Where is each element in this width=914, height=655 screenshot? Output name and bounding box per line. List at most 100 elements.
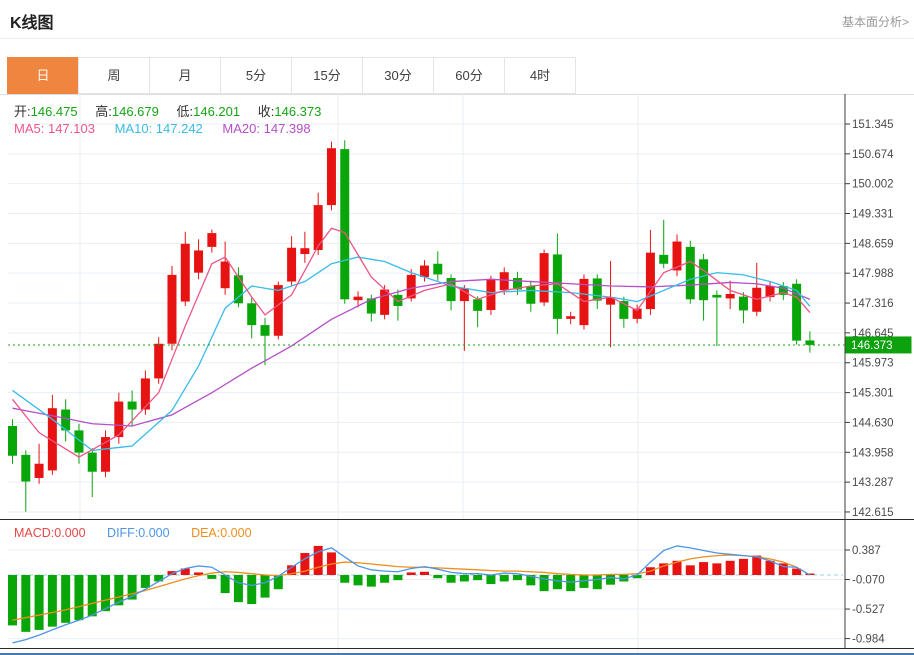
macd-bar [712, 563, 721, 575]
macd-bar [340, 575, 349, 583]
candle-body [74, 430, 83, 452]
tab-4hour[interactable]: 4时 [504, 57, 576, 94]
candle-body [194, 250, 203, 272]
ma10-readout: MA10: 147.242 [115, 121, 203, 136]
candle-body [274, 285, 283, 336]
candle-body [314, 205, 323, 250]
candle-body [659, 255, 668, 264]
macd-bar [367, 575, 376, 587]
macd-bar [380, 575, 389, 583]
price-axis-label: 148.659 [852, 238, 894, 250]
tab-60min[interactable]: 60分 [433, 57, 505, 94]
candle-body [593, 278, 602, 300]
macd-bar [234, 575, 243, 602]
macd-bar [593, 575, 602, 589]
macd-bar [48, 575, 57, 627]
macd-bar [61, 575, 70, 623]
macd-bar [88, 575, 97, 616]
macd-bar [21, 575, 30, 632]
tab-30min[interactable]: 30分 [362, 57, 434, 94]
candle-body [300, 248, 309, 254]
macd-readout: MACD:0.000 [14, 526, 86, 540]
candlestick-chart[interactable]: 151.345 150.674 150.002 149.331 148.659 147.9… [0, 94, 914, 519]
tab-week[interactable]: 周 [78, 57, 150, 94]
macd-bar [726, 561, 735, 575]
macd-info: MACD:0.000 DIFF:0.000 DEA:0.000 [14, 526, 270, 540]
macd-bar [35, 575, 44, 630]
macd-bar [393, 575, 402, 580]
macd-axis-label: -0.984 [852, 634, 885, 646]
ohlc-info: 开:146.475 高:146.679 低:146.201 收:146.373 [14, 101, 335, 120]
macd-bar [686, 565, 695, 575]
fundamental-analysis-link[interactable]: 基本面分析> [842, 13, 909, 30]
candle-body [141, 378, 150, 409]
candle-body [21, 455, 30, 482]
price-axis-label: 151.345 [852, 119, 894, 131]
candle-body [327, 148, 336, 205]
macd-bar [486, 575, 495, 584]
candle-body [805, 340, 814, 345]
candle-body [287, 248, 296, 282]
candle-body [8, 426, 17, 456]
macd-bar [247, 575, 256, 604]
macd-bar [420, 572, 429, 575]
candle-body [380, 290, 389, 315]
candle-body [181, 244, 190, 302]
candle-body [712, 295, 721, 298]
macd-bar [513, 575, 522, 580]
macd-bar [500, 575, 509, 581]
price-axis-label: 147.988 [852, 268, 894, 280]
macd-bar [407, 572, 416, 575]
chart-area: 151.345 150.674 150.002 149.331 148.659 147.9… [0, 94, 914, 655]
open-readout: 开:146.475 [14, 104, 78, 119]
tab-5min[interactable]: 5分 [220, 57, 292, 94]
macd-bar [752, 556, 761, 575]
diff-readout: DIFF:0.000 [107, 526, 170, 540]
macd-bar [221, 575, 230, 593]
candle-body [646, 253, 655, 309]
candle-body [35, 464, 44, 478]
candle-body [726, 294, 735, 298]
candle-body [473, 299, 482, 311]
candle-body [540, 253, 549, 302]
macd-bar [460, 575, 469, 581]
candle-body [500, 272, 509, 290]
candle-body [128, 402, 137, 410]
candles-layer[interactable] [8, 140, 814, 512]
candle-body [686, 247, 695, 299]
macd-bar [141, 575, 150, 588]
macd-axis-label: 0.387 [852, 545, 881, 557]
period-tabs: 日 周 月 5分 15分 30分 60分 4时 [8, 57, 576, 94]
macd-bar [354, 575, 363, 585]
price-axis-label: 144.630 [852, 417, 894, 429]
macd-bar [154, 575, 163, 581]
macd-bar [553, 575, 562, 589]
tab-15min[interactable]: 15分 [291, 57, 363, 94]
candle-body [739, 297, 748, 311]
low-readout: 低:146.201 [177, 104, 241, 119]
dea-readout: DEA:0.000 [191, 526, 251, 540]
close-readout: 收:146.373 [258, 104, 322, 119]
candle-body [526, 286, 535, 304]
macd-bar [739, 559, 748, 575]
macd-axis-label: -0.527 [852, 604, 885, 616]
ma5-readout: MA5: 147.103 [14, 121, 95, 136]
ma-info: MA5: 147.103 MA10: 147.242 MA20: 147.398 [14, 121, 327, 136]
last-price-badge-text: 146.373 [851, 340, 893, 352]
candle-body [221, 262, 230, 289]
price-axis-label: 143.287 [852, 477, 894, 489]
price-axis-label: 150.674 [852, 149, 894, 161]
price-axis-label: 149.331 [852, 209, 894, 221]
price-axis-label: 145.973 [852, 358, 894, 370]
candle-body [167, 275, 176, 344]
tab-month[interactable]: 月 [149, 57, 221, 94]
candle-body [340, 149, 349, 299]
macd-bar [540, 575, 549, 591]
macd-bar [207, 575, 216, 579]
price-axis-label: 142.615 [852, 507, 894, 519]
header-divider [0, 38, 914, 39]
candle-body [154, 344, 163, 379]
tab-day[interactable]: 日 [7, 57, 79, 94]
high-readout: 高:146.679 [95, 104, 159, 119]
price-axis-label: 150.002 [852, 179, 894, 191]
